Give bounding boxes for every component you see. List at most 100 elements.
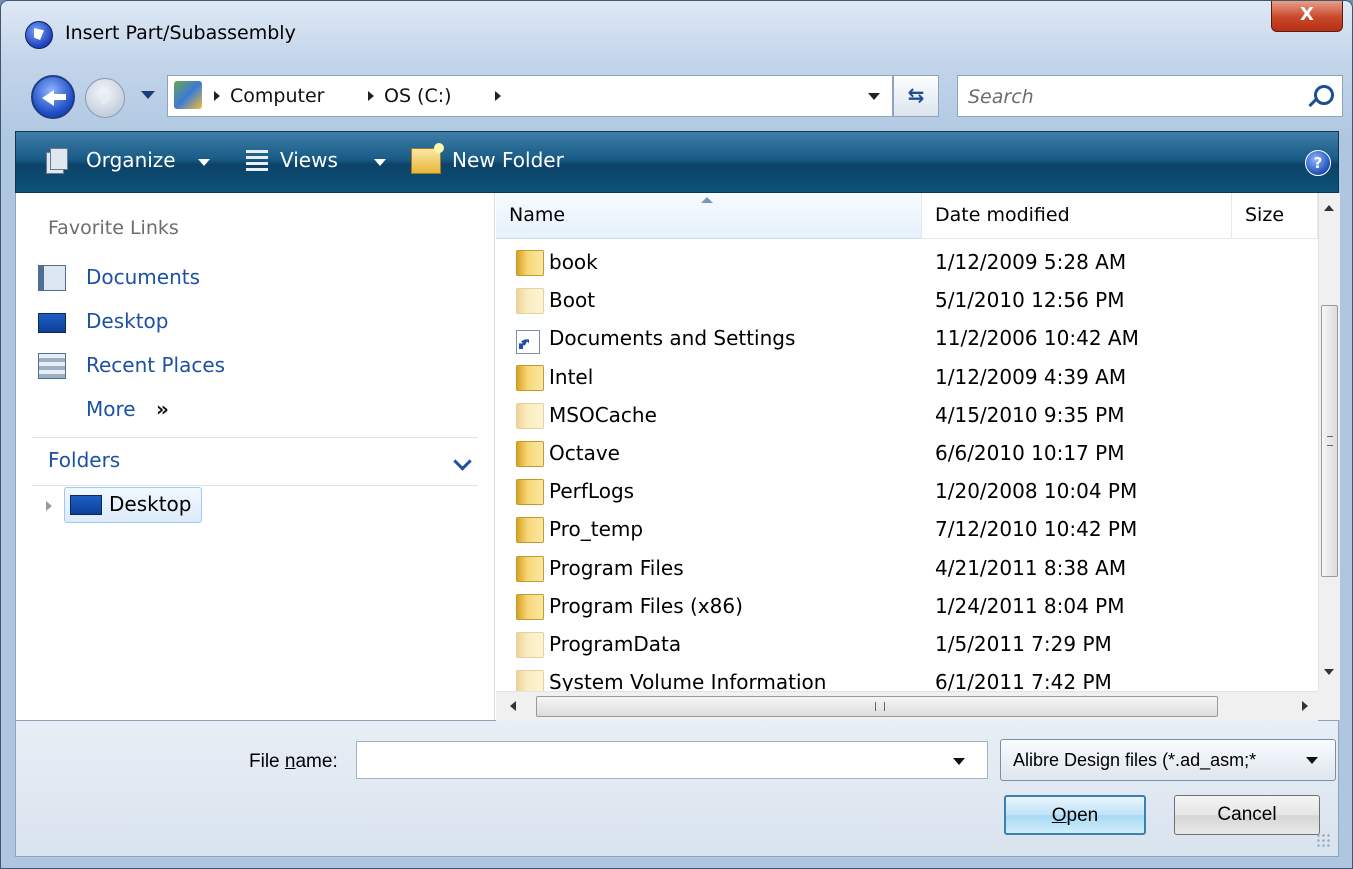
column-header-date-modified[interactable]: Date modified <box>922 193 1232 239</box>
list-item[interactable]: Documents and Settings 11/2/2006 10:42 AM <box>496 319 1318 357</box>
column-header-label: Size <box>1245 204 1285 226</box>
file-name: Program Files <box>549 555 684 580</box>
recent-pages-dropdown[interactable] <box>141 91 155 99</box>
file-name-combobox[interactable] <box>356 741 988 779</box>
scroll-up-icon[interactable] <box>1324 205 1334 211</box>
back-arrow-icon <box>52 94 66 100</box>
scroll-right-icon[interactable] <box>1302 701 1308 711</box>
list-item[interactable]: Intel 1/12/2009 4:39 AM <box>496 358 1318 396</box>
open-button[interactable]: Open <box>1004 795 1146 835</box>
chevron-down-icon[interactable] <box>453 452 472 471</box>
organize-dropdown-icon[interactable] <box>198 159 210 166</box>
scroll-thumb[interactable] <box>536 696 1218 717</box>
file-name: Documents and Settings <box>549 326 796 351</box>
tree-item-desktop[interactable]: Desktop <box>64 487 202 523</box>
search-box[interactable] <box>957 75 1343 117</box>
folder-icon <box>516 632 544 658</box>
list-item[interactable]: System Volume Information 6/1/2011 7:42 P… <box>496 663 1318 691</box>
expand-arrow-icon[interactable] <box>46 501 52 511</box>
favorite-label: Recent Places <box>86 353 226 377</box>
button-accelerator: O <box>1051 805 1067 826</box>
close-button[interactable]: X <box>1271 1 1343 32</box>
search-input[interactable] <box>966 83 1290 111</box>
list-item[interactable]: Boot 5/1/2010 12:56 PM <box>496 281 1318 319</box>
horizontal-scrollbar[interactable] <box>496 691 1318 721</box>
shortcut-folder-icon <box>516 330 540 355</box>
vertical-scrollbar[interactable] <box>1318 193 1340 691</box>
folder-icon <box>516 479 544 506</box>
list-item[interactable]: Program Files (x86) 1/24/2011 8:04 PM <box>496 587 1318 625</box>
scroll-left-icon[interactable] <box>510 701 516 711</box>
help-icon[interactable]: ? <box>1305 150 1331 176</box>
search-icon[interactable] <box>1314 85 1334 105</box>
scroll-down-icon[interactable] <box>1324 669 1334 675</box>
scroll-corner <box>1318 691 1340 720</box>
file-name: Octave <box>549 441 620 465</box>
column-header-name[interactable]: Name <box>496 193 922 239</box>
date-modified: 4/21/2011 8:38 AM <box>935 555 1127 580</box>
more-links[interactable]: More <box>86 397 136 421</box>
command-bar: Organize Views New Folder ? <box>15 131 1339 193</box>
file-name: System Volume Information <box>549 670 827 691</box>
list-item[interactable]: ProgramData 1/5/2011 7:29 PM <box>496 625 1318 663</box>
date-modified: 1/12/2009 5:28 AM <box>935 250 1127 274</box>
scroll-thumb[interactable] <box>1321 305 1338 577</box>
folder-icon <box>516 517 544 544</box>
documents-icon <box>38 265 66 291</box>
folder-icon <box>516 670 544 691</box>
list-item[interactable]: book 1/12/2009 5:28 AM <box>496 243 1318 281</box>
chevron-down-icon[interactable] <box>953 758 965 765</box>
breadcrumb-separator-icon[interactable] <box>495 91 501 101</box>
list-item[interactable]: Program Files 4/21/2011 8:38 AM <box>496 549 1318 587</box>
breadcrumb-computer[interactable]: Computer <box>230 85 324 107</box>
computer-icon <box>174 81 202 109</box>
file-name-input[interactable] <box>363 748 947 774</box>
address-dropdown-icon[interactable] <box>868 93 880 100</box>
insert-part-dialog: Insert Part/Subassembly X Computer OS (C… <box>0 0 1353 869</box>
more-chevron-icon[interactable]: » <box>156 397 169 421</box>
list-item[interactable]: Pro_temp 7/12/2010 10:42 PM <box>496 510 1318 548</box>
list-item[interactable]: MSOCache 4/15/2010 9:35 PM <box>496 396 1318 434</box>
date-modified: 4/15/2010 9:35 PM <box>935 402 1125 427</box>
file-name: book <box>549 250 598 274</box>
refresh-button[interactable]: ⇆ <box>893 75 939 117</box>
views-dropdown-icon[interactable] <box>374 159 386 166</box>
grip-icon <box>875 702 885 711</box>
favorite-desktop[interactable]: Desktop <box>16 301 486 341</box>
views-icon <box>246 150 268 172</box>
list-item[interactable]: Octave 6/6/2010 10:17 PM <box>496 434 1318 472</box>
organize-button[interactable]: Organize <box>86 148 176 172</box>
cancel-button[interactable]: Cancel <box>1174 795 1320 835</box>
title-bar[interactable]: Insert Part/Subassembly X <box>1 1 1352 67</box>
favorite-recent-places[interactable]: Recent Places <box>16 345 486 385</box>
grip-icon <box>1327 436 1333 446</box>
back-button[interactable] <box>31 75 75 119</box>
organize-icon <box>46 148 68 174</box>
file-name: ProgramData <box>549 632 682 656</box>
favorite-label: Documents <box>86 265 201 289</box>
resize-grip-icon[interactable] <box>1316 833 1330 847</box>
label-part: File <box>249 751 285 772</box>
dialog-footer: File name: Alibre Design files (*.ad_asm… <box>15 721 1339 857</box>
new-folder-button[interactable]: New Folder <box>452 148 564 172</box>
app-icon <box>25 21 53 49</box>
forward-button[interactable] <box>85 78 125 118</box>
chevron-down-icon[interactable] <box>1306 757 1318 764</box>
date-modified: 1/24/2011 8:04 PM <box>935 593 1125 618</box>
date-modified: 6/1/2011 7:42 PM <box>935 670 1112 691</box>
folders-heading[interactable]: Folders <box>48 448 120 472</box>
favorite-documents[interactable]: Documents <box>16 257 486 297</box>
column-header-label: Name <box>509 204 566 226</box>
list-item[interactable]: PerfLogs 1/20/2008 10:04 PM <box>496 472 1318 510</box>
divider <box>32 485 478 486</box>
window-title: Insert Part/Subassembly <box>65 22 296 44</box>
favorite-links-heading: Favorite Links <box>48 217 179 239</box>
views-button[interactable]: Views <box>280 148 338 172</box>
breadcrumb-os-c[interactable]: OS (C:) <box>384 85 452 107</box>
breadcrumb-separator-icon[interactable] <box>214 91 220 101</box>
column-header-size[interactable]: Size <box>1232 193 1318 239</box>
address-bar[interactable]: Computer OS (C:) <box>167 75 893 117</box>
file-type-select[interactable]: Alibre Design files (*.ad_asm;* <box>1000 739 1336 781</box>
date-modified: 1/20/2008 10:04 PM <box>935 479 1138 504</box>
breadcrumb-separator-icon[interactable] <box>368 91 374 101</box>
